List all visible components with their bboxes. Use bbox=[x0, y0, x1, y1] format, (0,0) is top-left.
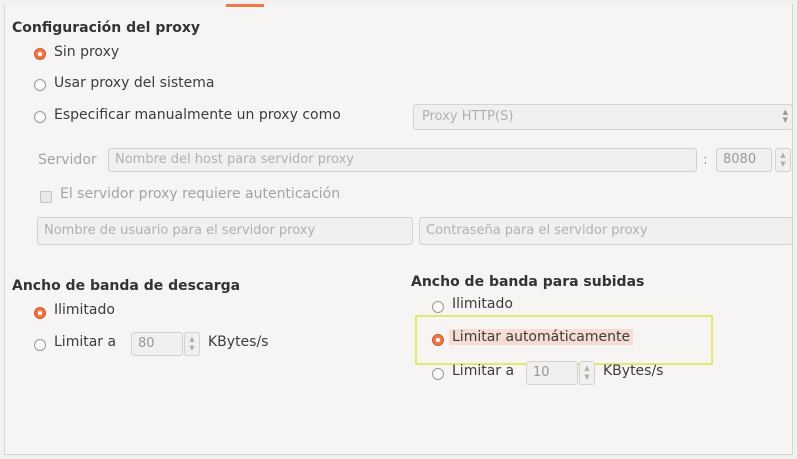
proxy-type-select[interactable]: Proxy HTTP(S) ▲ ▼ bbox=[413, 104, 793, 130]
radio-upload-unlimited[interactable] bbox=[432, 301, 444, 313]
active-tab-indicator bbox=[226, 4, 264, 7]
radio-download-unlimited[interactable] bbox=[34, 307, 46, 319]
upload-limit-input[interactable]: 10 bbox=[526, 361, 578, 385]
radio-label-upload-unlimited[interactable]: Ilimitado bbox=[452, 296, 513, 312]
radio-label-system-proxy[interactable]: Usar proxy del sistema bbox=[54, 75, 214, 91]
spin-up-icon[interactable]: ▲ bbox=[776, 151, 790, 160]
radio-label-download-limit[interactable]: Limitar a bbox=[54, 334, 116, 350]
radio-label-upload-limit[interactable]: Limitar a bbox=[452, 363, 514, 379]
proxy-host-input[interactable]: Nombre del host para servidor proxy bbox=[108, 148, 697, 172]
spin-down-icon[interactable]: ▼ bbox=[185, 344, 199, 353]
proxy-password-input[interactable]: Contraseña para el servidor proxy bbox=[419, 217, 793, 245]
spin-up-icon[interactable]: ▲ bbox=[580, 364, 594, 373]
proxy-port-input[interactable]: 8080 bbox=[716, 148, 772, 172]
download-limit-input[interactable]: 80 bbox=[131, 332, 183, 356]
download-limit-spinner[interactable]: ▲ ▼ bbox=[184, 332, 200, 356]
auth-checkbox[interactable] bbox=[40, 191, 52, 203]
radio-label-sin-proxy[interactable]: Sin proxy bbox=[54, 44, 119, 60]
radio-label-upload-auto[interactable]: Limitar automáticamente bbox=[449, 329, 634, 345]
proxy-section-heading: Configuración del proxy bbox=[12, 20, 201, 36]
preferences-panel: Configuración del proxy Sin proxy Usar p… bbox=[4, 4, 793, 455]
combo-arrows-icon: ▲ ▼ bbox=[782, 108, 788, 124]
radio-manual-proxy[interactable] bbox=[34, 111, 46, 123]
upload-auto-label-text[interactable]: Limitar automáticamente bbox=[449, 329, 634, 345]
upload-unit-label: KBytes/s bbox=[603, 363, 664, 379]
port-spinner[interactable]: ▲ ▼ bbox=[775, 148, 791, 172]
radio-label-download-unlimited[interactable]: Ilimitado bbox=[54, 302, 115, 318]
upload-section-heading: Ancho de banda para subidas bbox=[411, 274, 645, 290]
spin-down-icon[interactable]: ▼ bbox=[580, 373, 594, 382]
radio-system-proxy[interactable] bbox=[34, 79, 46, 91]
port-separator: : bbox=[703, 152, 708, 168]
radio-sin-proxy[interactable] bbox=[34, 48, 46, 60]
radio-upload-limit[interactable] bbox=[432, 368, 444, 380]
proxy-type-value: Proxy HTTP(S) bbox=[422, 109, 514, 124]
download-unit-label: KBytes/s bbox=[208, 334, 269, 350]
download-section-heading: Ancho de banda de descarga bbox=[12, 278, 241, 294]
radio-upload-auto[interactable] bbox=[432, 334, 444, 346]
radio-label-manual-proxy[interactable]: Especificar manualmente un proxy como bbox=[54, 107, 341, 123]
auth-checkbox-label[interactable]: El servidor proxy requiere autenticación bbox=[60, 186, 340, 202]
radio-download-limit[interactable] bbox=[34, 339, 46, 351]
spin-down-icon[interactable]: ▼ bbox=[776, 160, 790, 169]
server-label: Servidor bbox=[38, 152, 97, 168]
spin-up-icon[interactable]: ▲ bbox=[185, 335, 199, 344]
proxy-username-input[interactable]: Nombre de usuario para el servidor proxy bbox=[37, 217, 413, 245]
upload-limit-spinner[interactable]: ▲ ▼ bbox=[579, 361, 595, 385]
